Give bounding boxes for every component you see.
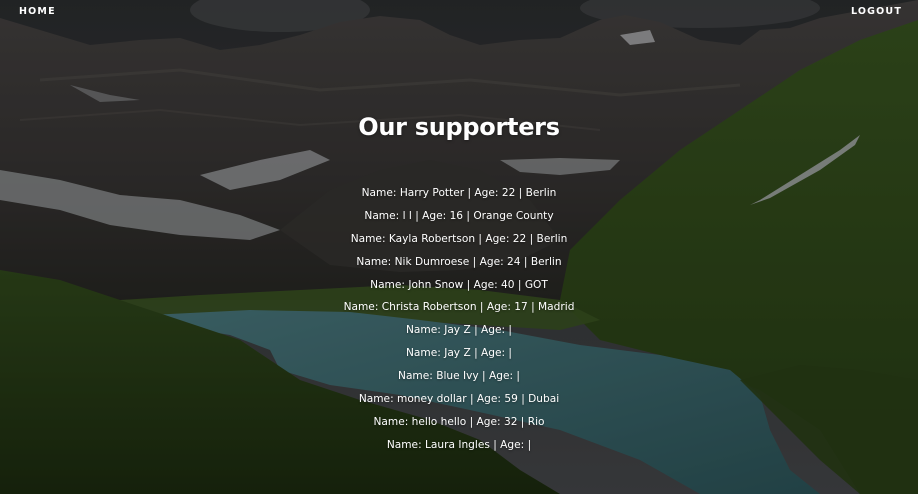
list-item: Name: Blue Ivy | Age: | xyxy=(398,370,520,383)
list-item: Name: l l | Age: 16 | Orange County xyxy=(364,209,554,222)
list-item: Name: Jay Z | Age: | xyxy=(406,324,512,337)
list-item: Name: Christa Robertson | Age: 17 | Madr… xyxy=(343,301,575,314)
list-item: Name: Jay Z | Age: | xyxy=(406,347,512,360)
supporters-list: Name: Harry Potter | Age: 22 | Berlin Na… xyxy=(0,185,918,460)
list-item: Name: Nik Dumroese | Age: 24 | Berlin xyxy=(356,255,562,268)
list-item: Name: Kayla Robertson | Age: 22 | Berlin xyxy=(350,232,568,245)
nav-logout-link[interactable]: LOGOUT xyxy=(851,6,902,17)
list-item: Name: hello hello | Age: 32 | Rio xyxy=(373,415,545,428)
nav-home-link[interactable]: HOME xyxy=(19,6,56,17)
list-item: Name: Harry Potter | Age: 22 | Berlin xyxy=(361,187,557,199)
list-item: Name: money dollar | Age: 59 | Dubai xyxy=(358,393,560,406)
page-title: Our supporters xyxy=(358,113,560,141)
list-item: Name: Laura Ingles | Age: | xyxy=(386,438,532,451)
list-item: Name: John Snow | Age: 40 | GOT xyxy=(370,278,548,291)
